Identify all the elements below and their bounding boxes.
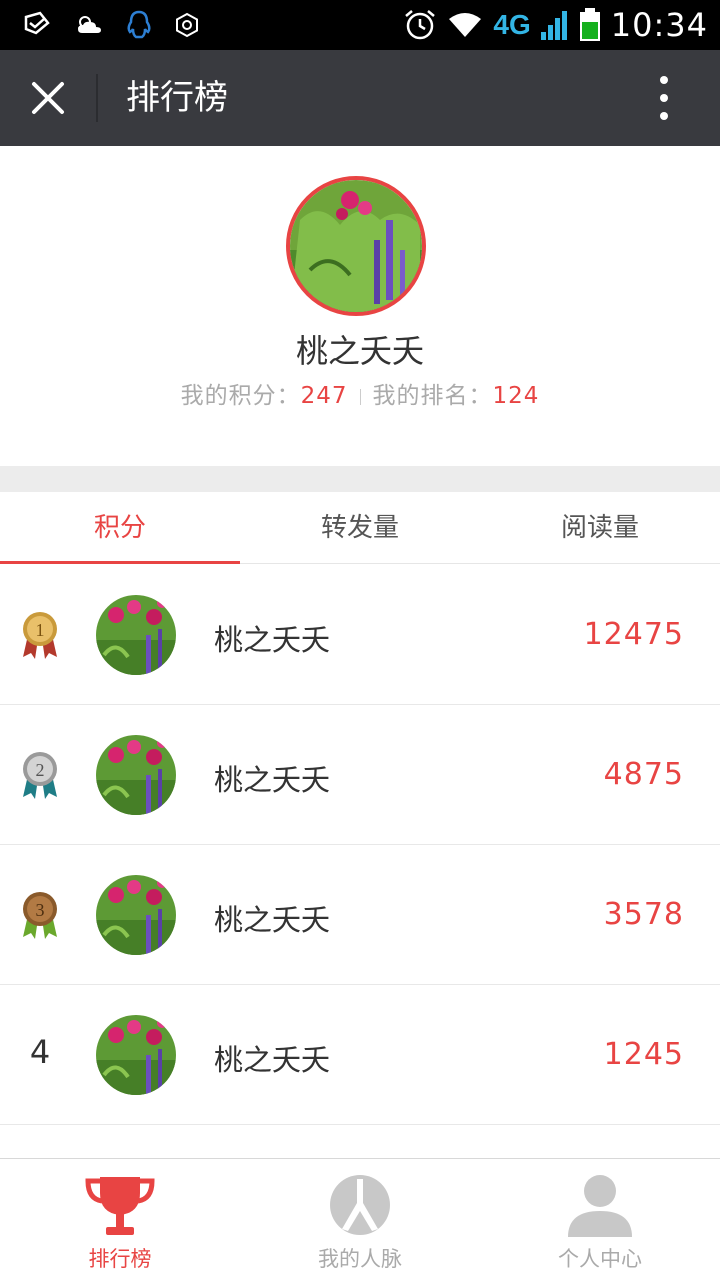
- network-type: 4G: [493, 9, 531, 40]
- avatar[interactable]: [96, 1015, 176, 1095]
- nav-label: 排行榜: [88, 1247, 152, 1271]
- rank-label: 我的排名：: [372, 383, 493, 409]
- bottom-nav: 排行榜 我的人脉 个人中心: [0, 1158, 720, 1280]
- leaderboard-list: 1 桃之夭夭 12475 2 桃之夭夭 4875 3 桃之夭夭 3578 4 桃…: [0, 565, 720, 1125]
- nav-label: 个人中心: [558, 1247, 642, 1271]
- list-item[interactable]: 3 桃之夭夭 3578: [0, 845, 720, 985]
- user-score: 12475: [583, 617, 684, 652]
- ranking-tabs: 积分 转发量 阅读量: [0, 492, 720, 564]
- user-profile-icon: [568, 1175, 632, 1237]
- score-label: 我的积分：: [180, 383, 301, 409]
- title-divider: [96, 74, 98, 122]
- silver-medal-icon: 2: [23, 752, 57, 799]
- profile-name: 桃之夭夭: [295, 332, 424, 370]
- nav-leaderboard[interactable]: 排行榜: [0, 1159, 240, 1280]
- bronze-medal-icon: 3: [23, 892, 57, 939]
- profile-avatar[interactable]: [286, 176, 426, 316]
- user-score: 4875: [603, 757, 684, 792]
- profile-section: 桃之夭夭 我的积分：247 我的排名：124: [0, 146, 720, 466]
- avatar[interactable]: [96, 595, 176, 675]
- network-people-icon: [330, 1175, 390, 1235]
- clock: 10:34: [610, 6, 708, 44]
- avatar[interactable]: [96, 735, 176, 815]
- user-name: 桃之夭夭: [214, 903, 331, 937]
- score-value: 247: [300, 383, 348, 409]
- rank-number: 4: [29, 1033, 51, 1071]
- alarm-icon: [405, 10, 436, 40]
- user-score: 3578: [603, 897, 684, 932]
- signal-icon: [540, 11, 567, 40]
- stats-divider: [359, 388, 361, 405]
- medal-rank: 3: [36, 900, 45, 920]
- page-title: 排行榜: [126, 78, 228, 118]
- user-name: 桃之夭夭: [214, 623, 331, 657]
- user-score: 1245: [603, 1037, 684, 1072]
- weather-icon: [78, 16, 101, 33]
- nav-profile[interactable]: 个人中心: [480, 1159, 720, 1280]
- medal-rank: 2: [36, 760, 45, 780]
- user-name: 桃之夭夭: [214, 1043, 331, 1077]
- tab-points[interactable]: 积分: [0, 492, 240, 564]
- status-bar: 4G 10:34: [0, 0, 720, 50]
- profile-stats: 我的积分：247 我的排名：124: [0, 376, 720, 410]
- nav-connections[interactable]: 我的人脉: [240, 1159, 480, 1280]
- section-divider: [0, 466, 720, 492]
- nav-label: 我的人脉: [318, 1247, 402, 1271]
- qq-icon: [127, 10, 151, 39]
- tab-shares[interactable]: 转发量: [240, 492, 480, 563]
- list-item[interactable]: 4 桃之夭夭 1245: [0, 985, 720, 1125]
- list-item[interactable]: 1 桃之夭夭 12475: [0, 565, 720, 705]
- user-name: 桃之夭夭: [214, 763, 331, 797]
- avatar[interactable]: [96, 875, 176, 955]
- list-item[interactable]: 2 桃之夭夭 4875: [0, 705, 720, 845]
- wifi-icon: [449, 13, 482, 37]
- more-vertical-icon[interactable]: [644, 72, 684, 124]
- battery-icon: [579, 8, 600, 41]
- gold-medal-icon: 1: [23, 612, 57, 659]
- close-icon[interactable]: [26, 76, 70, 120]
- medal-rank: 1: [36, 620, 45, 640]
- title-bar: 排行榜: [0, 50, 720, 146]
- rank-value: 124: [492, 383, 540, 409]
- trophy-icon: [85, 1177, 155, 1235]
- settings-hex-icon: [176, 12, 198, 38]
- message-icon: [24, 11, 50, 35]
- tab-reads[interactable]: 阅读量: [480, 492, 720, 563]
